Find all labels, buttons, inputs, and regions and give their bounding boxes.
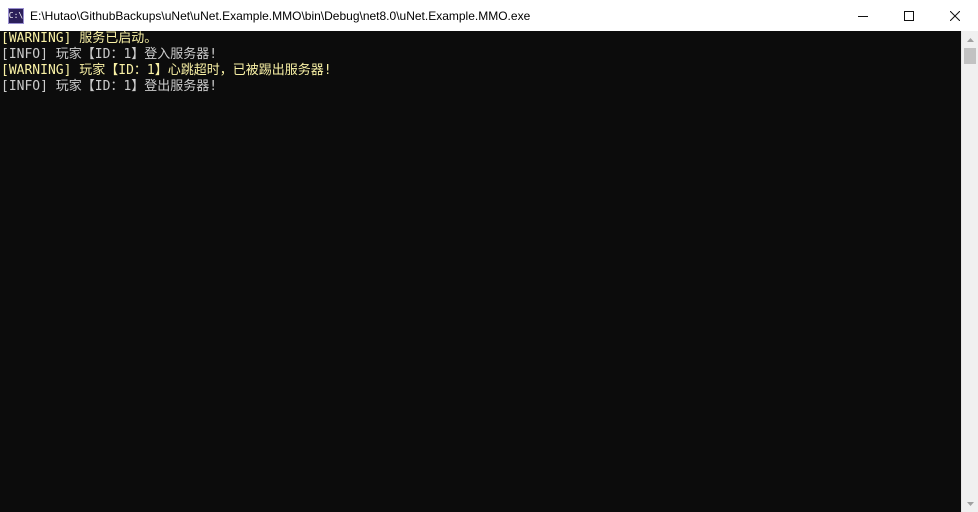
console-window: C:\ E:\Hutao\GithubBackups\uNet\uNet.Exa…: [0, 0, 978, 512]
window-title: E:\Hutao\GithubBackups\uNet\uNet.Example…: [30, 8, 531, 23]
minimize-icon: [858, 15, 868, 17]
maximize-icon: [904, 10, 914, 21]
close-icon: [950, 10, 960, 21]
scroll-down-button[interactable]: [962, 495, 978, 512]
console-line-warning: [WARNING] 服务已启动。: [1, 31, 158, 46]
scroll-down-arrow-icon: [966, 501, 974, 506]
close-button[interactable]: [932, 0, 978, 31]
console-app-icon[interactable]: C:\: [8, 7, 24, 24]
scroll-thumb[interactable]: [964, 48, 976, 64]
window-controls: [840, 0, 978, 31]
title-bar[interactable]: C:\ E:\Hutao\GithubBackups\uNet\uNet.Exa…: [0, 0, 978, 31]
vertical-scrollbar[interactable]: [961, 31, 978, 512]
console-line-warning: [WARNING] 玩家【ID：1】心跳超时，已被踢出服务器!: [1, 63, 332, 78]
console-line-info: [INFO] 玩家【ID：1】登入服务器!: [1, 47, 218, 62]
console-line-info: [INFO] 玩家【ID：1】登出服务器!: [1, 79, 218, 94]
maximize-button[interactable]: [886, 0, 932, 31]
console-output[interactable]: [WARNING] 服务已启动。 [INFO] 玩家【ID：1】登入服务器! […: [0, 31, 961, 512]
minimize-button[interactable]: [840, 0, 886, 31]
scroll-up-arrow-icon: [966, 37, 974, 42]
scroll-up-button[interactable]: [962, 31, 978, 48]
